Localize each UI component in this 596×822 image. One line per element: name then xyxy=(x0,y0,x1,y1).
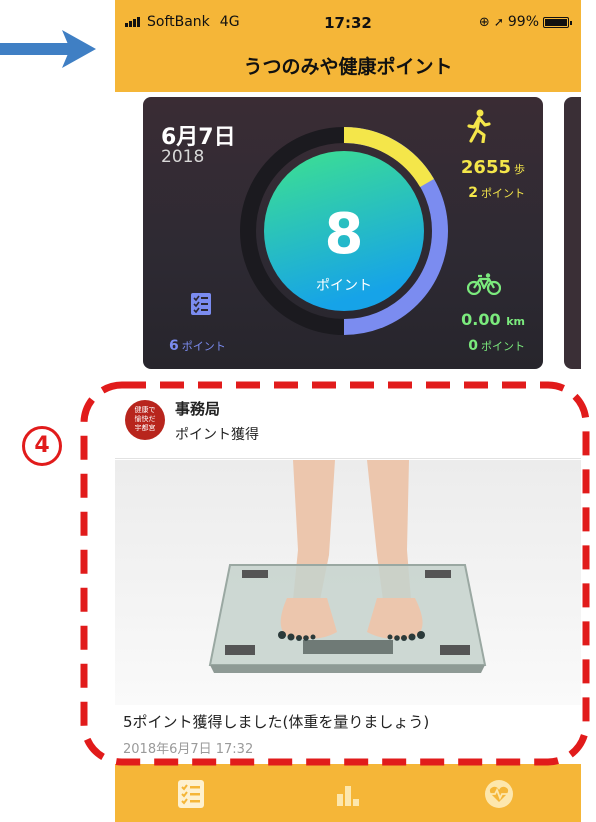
walk-points-value: 2 xyxy=(468,185,478,201)
cycling-distance: 0.00 km xyxy=(461,310,525,329)
steps-unit: 歩 xyxy=(514,163,525,176)
bicycle-icon xyxy=(467,273,501,295)
distance-value: 0.00 xyxy=(461,310,501,329)
task-points: 6 ポイント xyxy=(169,338,226,354)
heart-rate-icon[interactable] xyxy=(483,778,515,810)
task-points-unit: ポイント xyxy=(181,340,226,353)
distance-unit: km xyxy=(506,315,525,328)
checklist-icon xyxy=(191,293,211,315)
total-points-value: 8 xyxy=(324,202,364,267)
tab-bar xyxy=(115,764,581,822)
pointer-arrow-icon xyxy=(0,30,96,68)
walking-person-icon xyxy=(467,109,491,143)
battery-percent: 99% xyxy=(507,14,539,30)
cycling-points-value: 0 xyxy=(468,338,478,354)
steps-count: 2655 歩 xyxy=(461,157,525,178)
list-icon[interactable] xyxy=(175,778,207,810)
cycling-points-unit: ポイント xyxy=(481,340,525,353)
location-icon: ➚ xyxy=(493,15,504,29)
page-title: うつのみや健康ポイント xyxy=(243,56,453,78)
steps-value: 2655 xyxy=(460,157,511,178)
bar-chart-icon[interactable] xyxy=(332,778,364,810)
battery-icon xyxy=(543,16,572,28)
walk-points-unit: ポイント xyxy=(481,187,525,200)
status-bar: SoftBank 4G 17:32 ⊕ ➚ 99% xyxy=(115,0,581,38)
navigation-bar: うつのみや健康ポイント xyxy=(115,38,581,92)
annotation-highlight-frame xyxy=(80,381,590,766)
rotation-lock-icon: ⊕ xyxy=(478,14,490,30)
task-points-value: 6 xyxy=(169,338,179,354)
annotation-number: 4 xyxy=(22,426,62,466)
daily-points-card[interactable]: 6月7日 2018 8 ポイント 2655 歩 2 ポイント 0.00 km 0… xyxy=(143,97,543,369)
total-points-label: ポイント xyxy=(316,278,372,294)
walk-points: 2 ポイント xyxy=(468,185,525,201)
next-card-preview[interactable] xyxy=(564,97,581,369)
card-year: 2018 xyxy=(161,147,205,167)
status-indicators: ⊕ ➚ 99% xyxy=(478,14,572,30)
cycling-points: 0 ポイント xyxy=(468,338,525,354)
